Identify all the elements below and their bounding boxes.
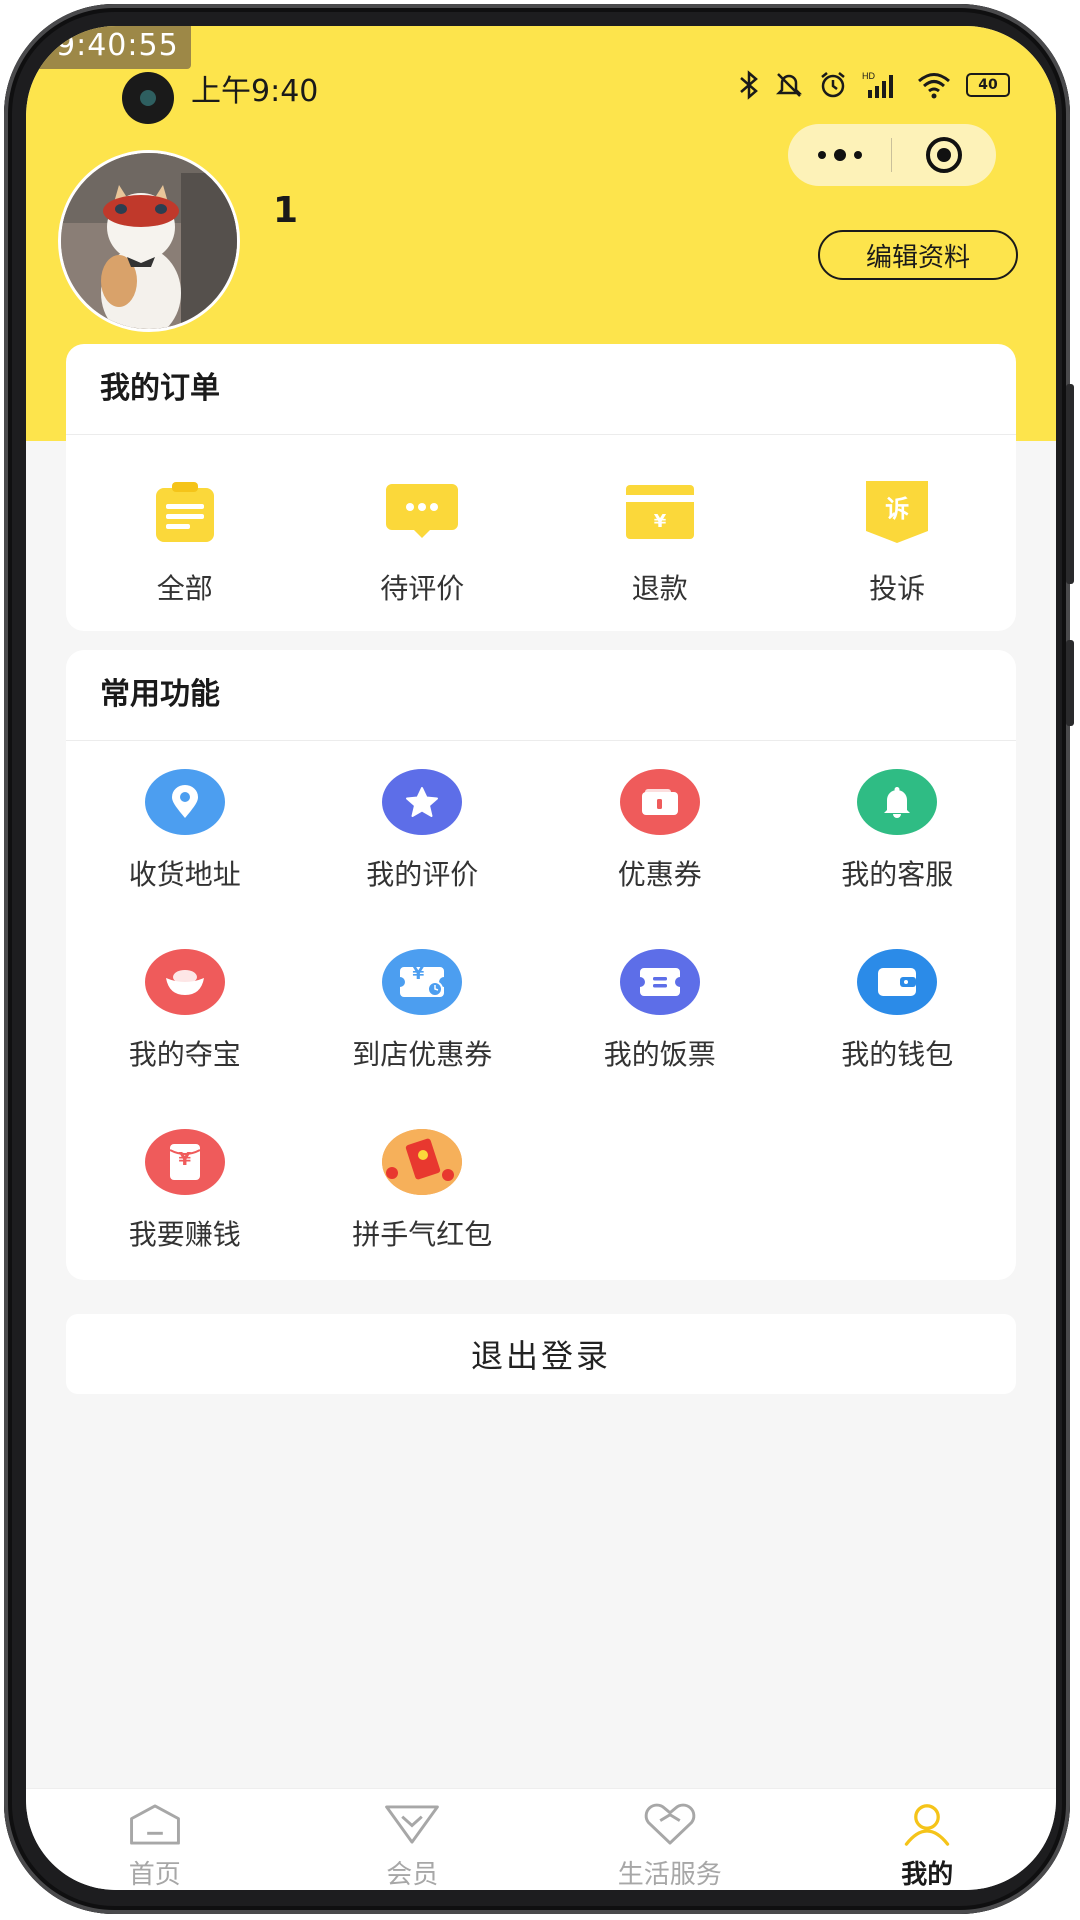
func-customer-service[interactable]: 我的客服	[779, 769, 1017, 949]
func-meal-tickets[interactable]: 我的饭票	[541, 949, 779, 1129]
comment-icon	[386, 479, 459, 545]
func-wallet[interactable]: 我的钱包	[779, 949, 1017, 1129]
func-treasure[interactable]: 我的夺宝	[66, 949, 304, 1129]
profile-icon	[905, 1804, 950, 1846]
tab-home-label: 首页	[128, 1860, 181, 1890]
alarm-icon	[821, 72, 845, 98]
order-all-label: 全部	[156, 572, 213, 605]
more-dots-icon[interactable]	[788, 149, 891, 161]
tab-member-label: 会员	[386, 1860, 439, 1890]
orders-title: 我的订单	[66, 344, 1016, 435]
location-icon	[144, 769, 225, 835]
order-complaint[interactable]: 诉 投诉	[779, 435, 1017, 631]
order-refund-label: 退款	[631, 572, 688, 605]
func-meal-tickets-label: 我的饭票	[603, 1038, 716, 1071]
complaint-icon-text: 诉	[885, 495, 910, 523]
func-my-reviews[interactable]: 我的评价	[304, 769, 542, 949]
recording-timer: 9:40:55	[26, 26, 191, 69]
edit-profile-button[interactable]: 编辑资料	[818, 230, 1018, 280]
wifi-icon	[918, 73, 950, 99]
store-coupon-icon: ¥	[382, 949, 463, 1015]
avatar[interactable]	[58, 150, 240, 332]
order-pending-review-label: 待评价	[380, 572, 465, 605]
func-earn-money-label: 我要赚钱	[128, 1218, 241, 1251]
bell-muted-icon	[775, 73, 803, 97]
screen: 9:40:55 上午9:40 HD 40 1 编辑资料 我的订单 全部 待评价 …	[26, 26, 1056, 1890]
user-name: 1	[273, 190, 299, 231]
func-store-coupons-label: 到店优惠券	[352, 1038, 493, 1071]
order-refund[interactable]: ¥ 退款	[541, 435, 779, 631]
battery-icon: 40	[966, 73, 1010, 97]
order-all[interactable]: 全部	[66, 435, 304, 631]
coupon-icon	[619, 769, 700, 835]
wallet-icon	[857, 949, 938, 1015]
func-store-coupons[interactable]: ¥ 到店优惠券	[304, 949, 542, 1129]
tab-life-services[interactable]: 生活服务	[541, 1789, 799, 1890]
bluetooth-icon	[740, 70, 758, 100]
func-earn-money[interactable]: ¥ 我要赚钱	[66, 1129, 304, 1309]
store-coupon-icon-text: ¥	[412, 964, 425, 984]
func-lucky-red-packet-label: 拼手气红包	[352, 1218, 493, 1251]
func-coupons-label: 优惠券	[617, 858, 702, 891]
treasure-icon	[144, 949, 225, 1015]
earn-money-icon-text: ¥	[178, 1149, 192, 1170]
svg-text:HD: HD	[862, 71, 875, 81]
heart-service-icon	[644, 1803, 696, 1845]
func-address[interactable]: 收货地址	[66, 769, 304, 949]
functions-title: 常用功能	[66, 650, 1016, 741]
mini-program-capsule	[788, 124, 996, 186]
func-address-label: 收货地址	[128, 858, 241, 891]
red-packet-icon	[382, 1129, 463, 1195]
tab-member[interactable]: 会员	[284, 1789, 542, 1890]
member-icon	[385, 1805, 440, 1844]
earn-money-icon: ¥	[144, 1129, 225, 1195]
tab-mine-label: 我的	[901, 1860, 954, 1890]
tab-home[interactable]: 首页	[26, 1789, 284, 1890]
order-pending-review[interactable]: 待评价	[304, 435, 542, 631]
functions-card: 常用功能 收货地址 我的评价 优惠券 我的客服 我的夺宝 ¥ 到店优惠券 我的饭…	[66, 650, 1016, 1280]
logout-button[interactable]: 退出登录	[66, 1314, 1016, 1394]
power-button	[1066, 640, 1074, 726]
orders-card: 我的订单 全部 待评价 ¥ 退款 诉 投诉	[66, 344, 1016, 631]
clipboard-icon	[154, 479, 216, 545]
order-complaint-label: 投诉	[869, 572, 926, 605]
status-time: 上午9:40	[191, 74, 319, 109]
phone-frame: 9:40:55 上午9:40 HD 40 1 编辑资料 我的订单 全部 待评价 …	[4, 4, 1074, 1914]
battery-level: 40	[978, 77, 998, 93]
func-lucky-red-packet[interactable]: 拼手气红包	[304, 1129, 542, 1309]
refund-icon: ¥	[625, 479, 694, 545]
star-icon	[382, 769, 463, 835]
func-coupons[interactable]: 优惠券	[541, 769, 779, 949]
home-icon	[129, 1804, 180, 1845]
bell-icon	[857, 769, 938, 835]
svg-text:¥: ¥	[653, 511, 666, 532]
func-customer-service-label: 我的客服	[841, 858, 954, 891]
tab-bar: 首页 会员 生活服务 我的	[26, 1788, 1056, 1890]
func-treasure-label: 我的夺宝	[128, 1038, 241, 1071]
tab-life-services-label: 生活服务	[617, 1860, 722, 1890]
target-icon[interactable]	[892, 135, 995, 175]
func-my-reviews-label: 我的评价	[366, 858, 479, 891]
meal-ticket-icon	[619, 949, 700, 1015]
func-wallet-label: 我的钱包	[841, 1038, 954, 1071]
status-icons: HD 40	[738, 70, 1010, 100]
signal-icon: HD	[862, 71, 893, 98]
volume-button	[1066, 384, 1074, 584]
complaint-icon: 诉	[866, 479, 929, 545]
tab-mine[interactable]: 我的	[799, 1789, 1057, 1890]
front-camera	[122, 72, 174, 124]
